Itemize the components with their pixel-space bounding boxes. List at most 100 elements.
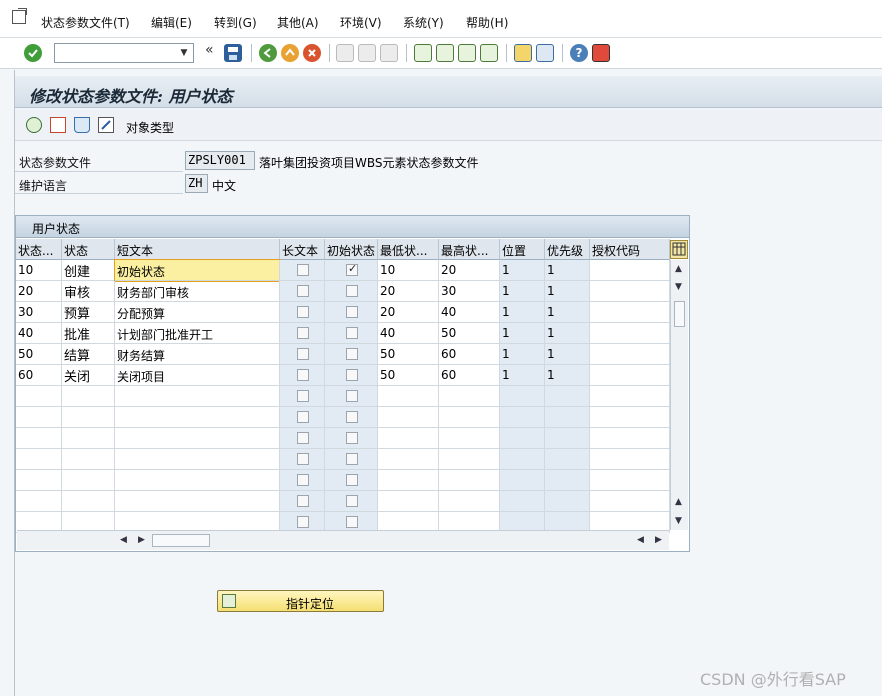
back-history-icon[interactable]: « <box>205 42 214 58</box>
table-cell-auth[interactable] <box>590 491 670 512</box>
copy-icon[interactable] <box>50 117 66 133</box>
table-cell-num[interactable]: 50 <box>16 344 62 365</box>
checkbox[interactable] <box>297 453 309 465</box>
checkbox[interactable] <box>346 495 358 507</box>
checkbox[interactable] <box>346 348 358 360</box>
menu-status-profile[interactable]: 状态参数文件(T) <box>41 14 130 31</box>
table-cell-low[interactable]: 50 <box>378 365 439 386</box>
table-cell-prio[interactable] <box>545 407 590 428</box>
table-cell-high[interactable] <box>439 386 500 407</box>
table-cell-text[interactable] <box>115 491 280 512</box>
display-change-icon[interactable] <box>26 117 42 133</box>
find-icon[interactable] <box>358 44 376 62</box>
table-cell-high[interactable] <box>439 428 500 449</box>
table-cell-status[interactable] <box>62 449 115 470</box>
long-text-checkbox-cell[interactable] <box>280 344 325 365</box>
checkbox[interactable] <box>346 262 358 276</box>
find-next-icon[interactable] <box>380 44 398 62</box>
customize-layout-icon[interactable] <box>592 44 610 62</box>
table-cell-num[interactable]: 60 <box>16 365 62 386</box>
table-cell-high[interactable] <box>439 491 500 512</box>
menu-goto[interactable]: 转到(G) <box>214 14 257 31</box>
scroll-right-icon[interactable]: ▶ <box>138 535 145 545</box>
checkbox[interactable] <box>346 306 358 318</box>
table-cell-low[interactable]: 50 <box>378 344 439 365</box>
long-text-checkbox-cell[interactable] <box>280 386 325 407</box>
table-cell-high[interactable]: 50 <box>439 323 500 344</box>
table-cell-auth[interactable] <box>590 386 670 407</box>
column-header[interactable]: 长文本 <box>280 239 325 260</box>
checkbox[interactable] <box>297 264 309 276</box>
shortcut-icon[interactable] <box>536 44 554 62</box>
long-text-checkbox-cell[interactable] <box>280 260 325 281</box>
long-text-checkbox-cell[interactable] <box>280 302 325 323</box>
column-header[interactable]: 最低状... <box>378 239 439 260</box>
scroll-down-icon[interactable]: ▼ <box>675 282 682 292</box>
table-cell-low[interactable]: 20 <box>378 281 439 302</box>
table-cell-low[interactable] <box>378 428 439 449</box>
horizontal-scroll-thumb[interactable] <box>152 534 210 547</box>
checkbox[interactable] <box>297 432 309 444</box>
table-cell-pos[interactable]: 1 <box>500 260 545 281</box>
checkbox[interactable] <box>346 285 358 297</box>
table-cell-low[interactable]: 20 <box>378 302 439 323</box>
table-cell-num[interactable]: 20 <box>16 281 62 302</box>
menu-environment[interactable]: 环境(V) <box>340 14 382 31</box>
table-cell-status[interactable]: 预算 <box>62 302 115 323</box>
checkbox[interactable] <box>346 327 358 339</box>
next-page-icon[interactable] <box>458 44 476 62</box>
column-header[interactable]: 初始状态 <box>325 239 378 260</box>
table-cell-status[interactable] <box>62 386 115 407</box>
column-header[interactable]: 最高状... <box>439 239 500 260</box>
checkbox[interactable] <box>297 369 309 381</box>
table-cell-auth[interactable] <box>590 365 670 386</box>
table-cell-high[interactable]: 60 <box>439 365 500 386</box>
scroll-end-right-icon[interactable]: ▶ <box>655 535 662 545</box>
checkbox[interactable] <box>297 306 309 318</box>
table-cell-pos[interactable]: 1 <box>500 281 545 302</box>
table-cell-prio[interactable] <box>545 386 590 407</box>
table-cell-text[interactable]: 财务部门审核 <box>115 281 280 302</box>
table-cell-num[interactable] <box>16 491 62 512</box>
create-session-icon[interactable] <box>514 44 532 62</box>
table-cell-pos[interactable]: 1 <box>500 365 545 386</box>
column-header[interactable]: 状态 <box>62 239 115 260</box>
table-cell-prio[interactable]: 1 <box>545 323 590 344</box>
table-cell-prio[interactable] <box>545 470 590 491</box>
initial-status-checkbox-cell[interactable] <box>325 281 378 302</box>
enter-icon[interactable] <box>24 44 42 62</box>
table-cell-prio[interactable]: 1 <box>545 302 590 323</box>
initial-status-checkbox-cell[interactable] <box>325 260 378 281</box>
menu-help[interactable]: 帮助(H) <box>466 14 508 31</box>
checkbox[interactable] <box>346 369 358 381</box>
menu-system[interactable]: 系统(Y) <box>403 14 444 31</box>
table-cell-prio[interactable] <box>545 428 590 449</box>
table-cell-num[interactable] <box>16 386 62 407</box>
table-cell-low[interactable] <box>378 491 439 512</box>
object-type-button[interactable]: 对象类型 <box>126 119 174 136</box>
table-cell-auth[interactable] <box>590 449 670 470</box>
table-cell-pos[interactable]: 1 <box>500 323 545 344</box>
scroll-page-up-icon[interactable]: ▲ <box>675 497 682 507</box>
long-text-checkbox-cell[interactable] <box>280 365 325 386</box>
table-cell-auth[interactable] <box>590 428 670 449</box>
table-cell-auth[interactable] <box>590 260 670 281</box>
column-header[interactable]: 短文本 <box>115 239 280 260</box>
menu-extras[interactable]: 其他(A) <box>277 14 319 31</box>
table-cell-text[interactable] <box>115 470 280 491</box>
table-cell-auth[interactable] <box>590 344 670 365</box>
position-button[interactable]: 指针定位 <box>217 590 384 612</box>
checkbox[interactable] <box>297 516 309 528</box>
first-page-icon[interactable] <box>414 44 432 62</box>
table-cell-status[interactable]: 结算 <box>62 344 115 365</box>
checkbox[interactable] <box>346 516 358 528</box>
column-header[interactable]: 授权代码 <box>590 239 670 260</box>
table-cell-text[interactable]: 财务结算 <box>115 344 280 365</box>
checkbox[interactable] <box>346 411 358 423</box>
scroll-left-icon[interactable]: ◀ <box>120 535 127 545</box>
checkbox[interactable] <box>346 432 358 444</box>
column-header[interactable]: 状态... <box>16 239 62 260</box>
table-cell-auth[interactable] <box>590 302 670 323</box>
table-cell-pos[interactable] <box>500 386 545 407</box>
back-icon[interactable] <box>259 44 277 62</box>
